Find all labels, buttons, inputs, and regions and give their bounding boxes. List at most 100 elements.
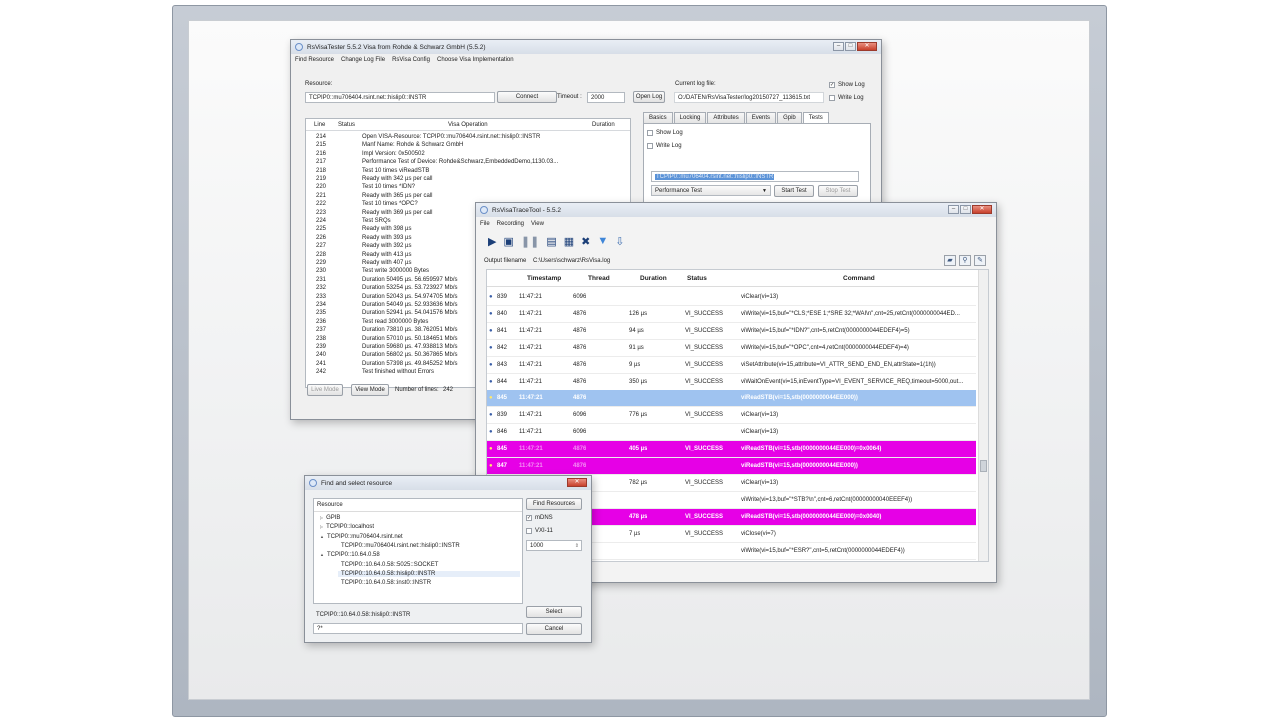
tree-item[interactable]: TCPIP0::mu706404l.rsint.net::hislip0::IN… bbox=[338, 543, 460, 549]
resource-input[interactable]: TCPIP0::mu706404.rsint.net::hislip0::INS… bbox=[305, 92, 495, 103]
table-row[interactable]: 217 Performance Test of Device: Rohde&Sch… bbox=[306, 158, 630, 166]
tree-item[interactable]: ▲ TCPIP0::10.64.0.58 bbox=[320, 552, 380, 558]
mdns-checkbox[interactable]: ✓ mDNS bbox=[526, 515, 553, 521]
maximize-icon[interactable]: □ bbox=[845, 42, 856, 51]
show-log-checkbox[interactable]: ✓ Show Log bbox=[829, 82, 865, 88]
tab-events[interactable]: Events bbox=[745, 112, 777, 123]
vxi11-checkbox[interactable]: VXI-11 bbox=[526, 528, 553, 534]
select-button[interactable]: Select bbox=[526, 606, 582, 618]
col-thread[interactable]: Thread bbox=[588, 270, 610, 287]
trace-row[interactable]: 839 11:47:21 6096 viClear(vi=13) ● bbox=[487, 289, 976, 306]
trace-row[interactable]: 839 11:47:21 6096 776 µs VI_SUCCESS viClear(v… bbox=[487, 407, 976, 425]
trace-row[interactable]: 840 11:47:21 4876 126 µs VI_SUCCESS viWrite(v… bbox=[487, 306, 976, 323]
tree-item[interactable]: ▷ TCPIP0::localhost bbox=[320, 524, 374, 530]
col-visa-operation[interactable]: Visa Operation bbox=[448, 119, 488, 128]
table-row[interactable]: 221 Ready with 365 µs per call bbox=[306, 192, 630, 200]
minimize-icon[interactable]: – bbox=[833, 42, 844, 51]
tree-expander-icon[interactable]: ▷ bbox=[320, 524, 323, 529]
tab-gpib[interactable]: Gpib bbox=[777, 112, 802, 123]
row-line-number: 215 bbox=[316, 142, 327, 149]
tree-item-label: TCPIP0::10.64.0.58::5025::SOCKET bbox=[341, 561, 439, 568]
tree-expander-icon[interactable]: ▲ bbox=[320, 552, 324, 557]
vertical-scrollbar[interactable] bbox=[978, 270, 988, 561]
filter-icon[interactable]: ▼ bbox=[597, 235, 608, 247]
search-icon[interactable]: ⚲ bbox=[959, 255, 971, 266]
table-row[interactable]: 218 Test 10 times viReadSTB bbox=[306, 167, 630, 175]
tests-write-log-checkbox[interactable]: Write Log bbox=[647, 143, 682, 149]
tree-expander-icon[interactable]: ▷ bbox=[320, 515, 323, 520]
menu-file[interactable]: File bbox=[480, 221, 490, 227]
close-icon[interactable]: ✕ bbox=[857, 42, 877, 51]
write-log-checkbox[interactable]: Write Log bbox=[829, 95, 864, 101]
menu-find-resource[interactable]: Find Resource bbox=[295, 57, 334, 63]
col-command[interactable]: Command bbox=[843, 270, 875, 287]
connect-button[interactable]: Connect bbox=[497, 91, 557, 103]
play-icon[interactable]: ▶ bbox=[488, 235, 496, 248]
tree-expander-icon[interactable]: ▲ bbox=[320, 534, 324, 539]
table-row[interactable]: 219 Ready with 342 µs per call bbox=[306, 175, 630, 183]
pause-icon[interactable]: ❚❚ bbox=[521, 235, 539, 248]
finder-timeout-input[interactable]: 1000 ⇕ bbox=[526, 540, 582, 551]
save-as-icon[interactable]: ▤ bbox=[546, 235, 556, 248]
tree-item[interactable]: ▲ TCPIP0::mu706404.rsint.net bbox=[320, 534, 403, 540]
col-line[interactable]: Line bbox=[314, 119, 325, 128]
trace-row[interactable]: 841 11:47:21 4876 94 µs VI_SUCCESS viWrite(vi… bbox=[487, 323, 976, 340]
tests-show-log-checkbox[interactable]: Show Log bbox=[647, 130, 683, 136]
clear-icon[interactable]: ✖ bbox=[581, 235, 590, 248]
menu-recording[interactable]: Recording bbox=[497, 221, 524, 227]
edit-icon[interactable]: ✎ bbox=[974, 255, 986, 266]
copy-icon[interactable]: ▦ bbox=[564, 235, 574, 248]
trace-row[interactable]: 847 11:47:21 4876 viReadSTB(vi=15,stb(00000… bbox=[487, 458, 976, 475]
table-row[interactable]: 215 Manf Name: Rohde & Schwarz GmbH bbox=[306, 141, 630, 149]
col-timestamp[interactable]: Timestamp bbox=[527, 270, 561, 287]
selected-resource-field[interactable]: TCPIP0::10.64.0.58::hislip0::INSTR bbox=[313, 609, 523, 620]
open-log-button[interactable]: Open Log bbox=[633, 91, 665, 103]
row-thread: 4876 bbox=[573, 344, 587, 351]
col-duration[interactable]: Duration bbox=[640, 270, 667, 287]
resource-filter-input[interactable]: ?* bbox=[313, 623, 523, 634]
trace-row[interactable]: 845 11:47:21 4876 viReadSTB(vi=15,stb(00000… bbox=[487, 390, 976, 408]
col-status[interactable]: Status bbox=[338, 119, 355, 128]
live-mode-button[interactable]: Live Mode bbox=[307, 384, 343, 396]
tree-item[interactable]: TCPIP0::10.64.0.58::inst0::INSTR bbox=[338, 580, 431, 586]
menu-view[interactable]: View bbox=[531, 221, 544, 227]
trace-row[interactable]: 845 11:47:21 4876 405 µs VI_SUCCESS viReadSTB… bbox=[487, 441, 976, 459]
close-icon[interactable]: ✕ bbox=[972, 205, 992, 214]
scrollbar-thumb[interactable] bbox=[980, 460, 987, 472]
tree-item[interactable]: TCPIP0::10.64.0.58::5025::SOCKET bbox=[338, 562, 438, 568]
table-row[interactable]: 216 Impl Version: 0x500502 bbox=[306, 150, 630, 158]
stop-test-button[interactable]: Stop Test bbox=[818, 185, 858, 197]
table-row[interactable]: 220 Test 10 times *IDN? bbox=[306, 183, 630, 191]
tab-locking[interactable]: Locking bbox=[673, 112, 707, 123]
close-icon[interactable]: ✕ bbox=[567, 478, 587, 487]
save-icon[interactable]: ▣ bbox=[503, 235, 513, 248]
table-row[interactable]: 214 Open VISA-Resource: TCPIP0::mu706404.… bbox=[306, 133, 630, 141]
tab-basics[interactable]: Basics bbox=[643, 112, 673, 123]
view-mode-button[interactable]: View Mode bbox=[351, 384, 389, 396]
timeout-input[interactable]: 2000 bbox=[587, 92, 625, 103]
maximize-icon[interactable]: □ bbox=[960, 205, 971, 214]
cancel-button[interactable]: Cancel bbox=[526, 623, 582, 635]
start-test-button[interactable]: Start Test bbox=[774, 185, 814, 197]
tests-resource-field[interactable]: TCPIP0::mu706404.rsint.net::hislip0::INS… bbox=[651, 171, 859, 182]
trace-row[interactable]: 846 11:47:21 6096 viClear(vi=13) ● bbox=[487, 424, 976, 442]
col-duration[interactable]: Duration bbox=[592, 119, 615, 128]
trace-row[interactable]: 844 11:47:21 4876 350 µs VI_SUCCESS viWaitOnE… bbox=[487, 374, 976, 391]
open-folder-icon[interactable]: ▰ bbox=[944, 255, 956, 266]
menu-choose-visa[interactable]: Choose Visa Implementation bbox=[437, 57, 514, 63]
test-type-select[interactable]: Performance Test ▼ bbox=[651, 185, 771, 196]
spinner-icon[interactable]: ⇕ bbox=[575, 543, 579, 549]
menu-rsvisa-config[interactable]: RsVisa Config bbox=[392, 57, 430, 63]
minimize-icon[interactable]: – bbox=[948, 205, 959, 214]
row-visa-operation: Test 10 times viReadSTB bbox=[362, 167, 430, 174]
tree-item[interactable]: TCPIP0::10.64.0.58::hislip0::INSTR bbox=[338, 570, 520, 577]
find-resources-button[interactable]: Find Resources bbox=[526, 498, 582, 510]
scroll-down-icon[interactable]: ⇩ bbox=[615, 235, 624, 248]
tree-item[interactable]: ▷ GPIB bbox=[320, 515, 340, 521]
tab-attributes[interactable]: Attributes bbox=[707, 112, 745, 123]
col-status[interactable]: Status bbox=[687, 270, 707, 287]
menu-change-log-file[interactable]: Change Log File bbox=[341, 57, 385, 63]
tab-tests[interactable]: Tests bbox=[802, 112, 829, 123]
trace-row[interactable]: 843 11:47:21 4876 9 µs VI_SUCCESS viSetAttrib… bbox=[487, 357, 976, 374]
trace-row[interactable]: 842 11:47:21 4876 91 µs VI_SUCCESS viWrite(vi… bbox=[487, 340, 976, 357]
